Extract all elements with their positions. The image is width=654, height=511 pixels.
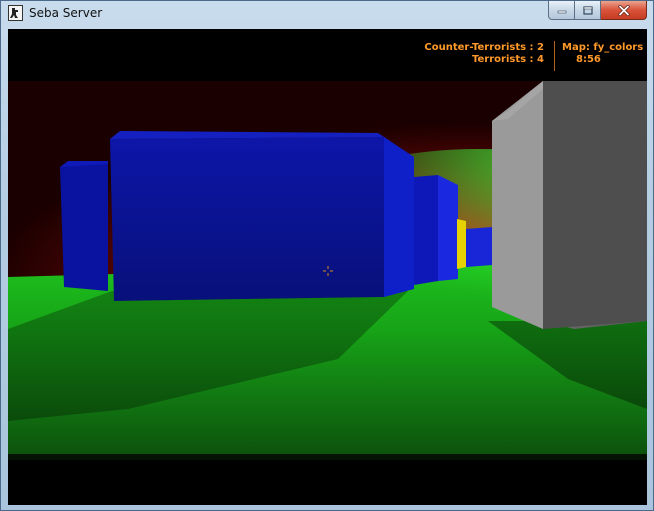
ct-count: 2: [537, 42, 544, 53]
round-timer: 8:56: [576, 54, 601, 65]
t-label: Terrorists :: [472, 54, 534, 65]
hud-divider: [554, 41, 555, 71]
window-controls: [548, 1, 647, 20]
crosshair-icon: [322, 262, 334, 276]
t-count: 4: [537, 54, 544, 65]
game-window: Seba Server Counter-Terrorists: 2 Terro…: [0, 0, 654, 511]
minimize-button[interactable]: [548, 1, 575, 20]
ct-score-line: Counter-Terrorists : 2: [424, 42, 544, 54]
window-title: Seba Server: [29, 6, 103, 20]
map-info: Map: fy_colors 8:56: [562, 42, 643, 66]
t-score-line: Terrorists : 4: [424, 54, 544, 66]
close-icon: [617, 4, 630, 16]
close-button[interactable]: [601, 1, 647, 20]
map-label: Map:: [562, 42, 590, 53]
ct-label: Counter-Terrorists :: [424, 42, 534, 53]
maximize-icon: [582, 5, 593, 15]
minimize-icon: [557, 10, 566, 14]
maximize-button[interactable]: [575, 1, 601, 20]
team-scores: Counter-Terrorists : 2 Terrorists : 4: [424, 42, 544, 66]
counter-strike-app-icon: [8, 5, 23, 21]
game-viewport[interactable]: Counter-Terrorists : 2 Terrorists : 4 Ma…: [8, 29, 647, 505]
title-bar[interactable]: Seba Server: [1, 1, 653, 28]
map-name: fy_colors: [593, 42, 644, 53]
